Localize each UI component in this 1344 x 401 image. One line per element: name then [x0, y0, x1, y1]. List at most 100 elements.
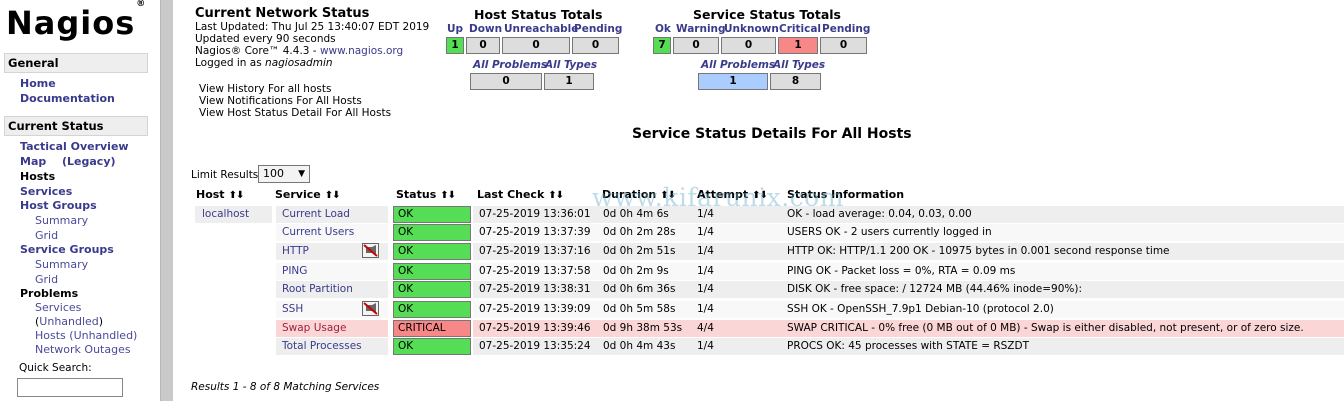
duration: 0d 0h 4m 43s: [597, 338, 691, 355]
duration: 0d 9h 38m 53s: [597, 320, 691, 337]
host-totals-pending-value[interactable]: 0: [572, 37, 619, 54]
sort-arrows-icon[interactable]: ⬆⬇: [229, 190, 245, 201]
sidebar-link-problem-hosts-unhandled[interactable]: Hosts (Unhandled): [35, 329, 137, 343]
host-all-types-label[interactable]: All Types: [545, 59, 597, 71]
sidebar-link-map[interactable]: Map: [20, 155, 46, 169]
status-badge: OK: [393, 206, 471, 223]
service-totals-title: Service Status Totals: [693, 7, 841, 22]
service-link[interactable]: Current Users: [276, 224, 388, 241]
service-all-problems-label[interactable]: All Problems: [701, 59, 775, 71]
duration: 0d 0h 4m 6s: [597, 206, 691, 223]
username: nagiosadmin: [265, 57, 333, 69]
host-totals-unreachable-value[interactable]: 0: [502, 37, 570, 54]
host-all-problems-label[interactable]: All Problems: [473, 59, 547, 71]
table-row: HTTP OK 07-25-2019 13:37:16 0d 0h 2m 51s…: [276, 243, 1344, 260]
service-all-types-label[interactable]: All Types: [773, 59, 825, 71]
sort-arrows-icon[interactable]: ⬆⬇: [325, 190, 341, 201]
column-header-service[interactable]: Service ⬆⬇: [275, 188, 340, 201]
host-totals-down-label[interactable]: Down: [469, 23, 502, 35]
view-history-link[interactable]: View History For all hosts: [199, 83, 331, 95]
host-totals-pending-label[interactable]: Pending: [574, 23, 622, 35]
host-link-localhost[interactable]: localhost: [195, 206, 272, 223]
sidebar-link-services[interactable]: Services: [20, 185, 72, 199]
host-all-problems-value[interactable]: 0: [470, 73, 542, 90]
service-link[interactable]: Current Load: [276, 206, 388, 223]
sidebar-link-service-groups-summary[interactable]: Summary: [35, 258, 88, 272]
service-totals-critical-label[interactable]: Critical: [779, 23, 821, 35]
table-row: Total Processes OK 07-25-2019 13:35:24 0…: [276, 338, 1344, 355]
service-totals-ok-value[interactable]: 7: [653, 37, 671, 54]
attempt: 1/4: [691, 224, 781, 241]
sidebar-link-hosts[interactable]: Hosts: [20, 170, 55, 184]
service-link[interactable]: Total Processes: [276, 338, 388, 355]
service-totals-ok-label[interactable]: Ok: [655, 23, 671, 35]
sidebar-link-network-outages[interactable]: Network Outages: [35, 343, 131, 357]
limit-results-select[interactable]: 100 ▼: [258, 165, 310, 183]
status-badge: OK: [393, 301, 471, 318]
view-notifications-link[interactable]: View Notifications For All Hosts: [199, 95, 362, 107]
status-information: SWAP CRITICAL - 0% free (0 MB out of 0 M…: [781, 320, 1344, 337]
nagios-org-link[interactable]: www.nagios.org: [320, 45, 403, 57]
sidebar-link-host-groups-grid[interactable]: Grid: [35, 229, 58, 243]
service-totals-unknown-value[interactable]: 0: [721, 37, 776, 54]
sort-arrows-icon[interactable]: ⬆⬇: [440, 190, 456, 201]
notifications-disabled-icon[interactable]: [362, 301, 379, 316]
sidebar-link-service-groups-grid[interactable]: Grid: [35, 273, 58, 287]
status-badge: OK: [393, 338, 471, 355]
service-totals-warning-label[interactable]: Warning: [676, 23, 726, 35]
host-totals-up-label[interactable]: Up: [447, 23, 463, 35]
service-all-types-value[interactable]: 8: [770, 73, 821, 90]
host-all-types-value[interactable]: 1: [544, 73, 594, 90]
service-totals-warning-value[interactable]: 0: [673, 37, 719, 54]
attempt: 1/4: [691, 263, 781, 280]
sidebar-link-problem-services[interactable]: Services: [35, 301, 81, 315]
sidebar-scrollbar[interactable]: [160, 0, 173, 401]
host-totals-down-value[interactable]: 0: [466, 37, 500, 54]
host-totals-unreachable-label[interactable]: Unreachable: [504, 23, 578, 35]
service-totals-critical-value[interactable]: 1: [778, 37, 818, 54]
sidebar-link-map-legacy[interactable]: (Legacy): [62, 155, 116, 169]
table-row: Current Users OK 07-25-2019 13:37:39 0d …: [276, 224, 1344, 241]
last-check: 07-25-2019 13:36:01: [473, 206, 597, 223]
service-all-problems-value[interactable]: 1: [698, 73, 768, 90]
attempt: 1/4: [691, 301, 781, 318]
sidebar-link-problem-services-unhandled[interactable]: (Unhandled): [35, 315, 103, 329]
quick-search-input[interactable]: [17, 378, 123, 397]
chevron-down-icon: ▼: [298, 169, 305, 179]
last-check: 07-25-2019 13:37:16: [473, 243, 597, 260]
attempt: 4/4: [691, 320, 781, 337]
results-count: Results 1 - 8 of 8 Matching Services: [191, 381, 380, 393]
sidebar-link-service-groups[interactable]: Service Groups: [20, 243, 114, 257]
sidebar-link-tactical-overview[interactable]: Tactical Overview: [20, 140, 129, 154]
page-subtitle: Current Network Status: [195, 6, 370, 21]
attempt: 1/4: [691, 338, 781, 355]
notifications-disabled-icon[interactable]: [362, 243, 379, 258]
logged-in-as: Logged in as nagiosadmin: [195, 57, 333, 69]
last-check: 07-25-2019 13:37:39: [473, 224, 597, 241]
host-totals-up-value[interactable]: 1: [446, 37, 464, 54]
service-link[interactable]: Root Partition: [276, 281, 388, 298]
status-information: PROCS OK: 45 processes with STATE = RSZD…: [781, 338, 1344, 355]
table-row: Current Load OK 07-25-2019 13:36:01 0d 0…: [276, 206, 1344, 223]
view-host-status-link[interactable]: View Host Status Detail For All Hosts: [199, 107, 391, 119]
sidebar-link-documentation[interactable]: Documentation: [20, 92, 115, 106]
duration: 0d 0h 6m 36s: [597, 281, 691, 298]
nagios-logo[interactable]: Nagios®: [6, 0, 145, 42]
column-header-status[interactable]: Status ⬆⬇: [396, 188, 456, 201]
last-check: 07-25-2019 13:39:46: [473, 320, 597, 337]
service-totals-pending-label[interactable]: Pending: [822, 23, 870, 35]
sidebar-link-host-groups[interactable]: Host Groups: [20, 199, 97, 213]
service-totals-pending-value[interactable]: 0: [820, 37, 867, 54]
table-row: PING OK 07-25-2019 13:37:58 0d 0h 2m 9s …: [276, 263, 1344, 280]
sort-arrows-icon[interactable]: ⬆⬇: [548, 190, 564, 201]
duration: 0d 0h 5m 58s: [597, 301, 691, 318]
column-header-host[interactable]: Host ⬆⬇: [196, 188, 245, 201]
service-link[interactable]: PING: [276, 263, 388, 280]
column-header-last-check[interactable]: Last Check ⬆⬇: [477, 188, 564, 201]
sidebar-link-host-groups-summary[interactable]: Summary: [35, 214, 88, 228]
sidebar-link-home[interactable]: Home: [20, 77, 56, 91]
core-version: Nagios® Core™ 4.4.3 - www.nagios.org: [195, 45, 404, 57]
sidebar: Nagios® General Home Documentation Curre…: [0, 0, 160, 401]
service-link[interactable]: Swap Usage: [276, 320, 388, 337]
service-totals-unknown-label[interactable]: Unknown: [724, 23, 779, 35]
